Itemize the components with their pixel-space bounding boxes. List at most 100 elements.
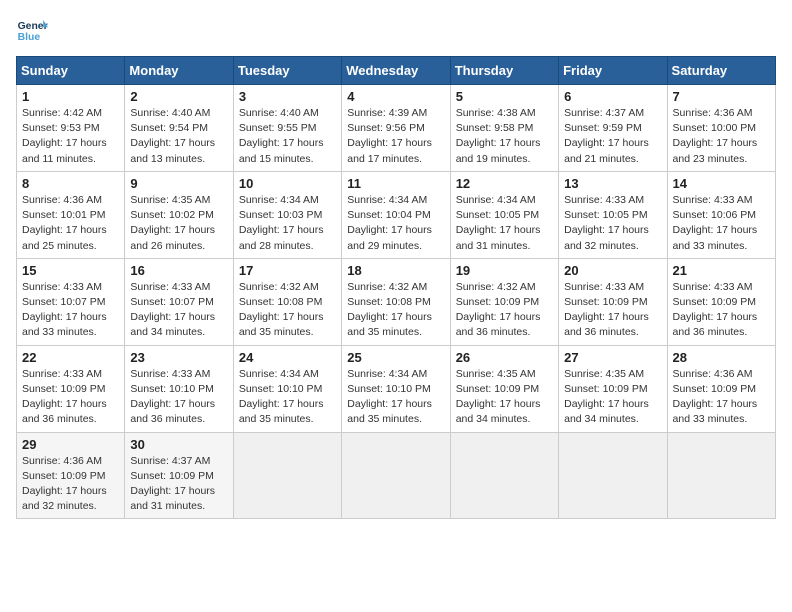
day-detail: Sunrise: 4:33 AMSunset: 10:07 PMDaylight… [22, 281, 107, 339]
day-detail: Sunrise: 4:40 AMSunset: 9:54 PMDaylight:… [130, 107, 215, 165]
calendar-day-6: 6 Sunrise: 4:37 AMSunset: 9:59 PMDayligh… [559, 85, 667, 172]
day-number: 14 [673, 176, 770, 191]
day-number: 12 [456, 176, 553, 191]
day-number: 11 [347, 176, 444, 191]
calendar-table: SundayMondayTuesdayWednesdayThursdayFrid… [16, 56, 776, 519]
svg-text:Blue: Blue [18, 32, 41, 43]
day-number: 8 [22, 176, 119, 191]
weekday-header-saturday: Saturday [667, 57, 775, 85]
calendar-day-29: 29 Sunrise: 4:36 AMSunset: 10:09 PMDayli… [17, 432, 125, 519]
calendar-day-26: 26 Sunrise: 4:35 AMSunset: 10:09 PMDayli… [450, 345, 558, 432]
weekday-header-tuesday: Tuesday [233, 57, 341, 85]
calendar-day-27: 27 Sunrise: 4:35 AMSunset: 10:09 PMDayli… [559, 345, 667, 432]
day-number: 2 [130, 89, 227, 104]
day-detail: Sunrise: 4:35 AMSunset: 10:02 PMDaylight… [130, 194, 215, 252]
empty-cell [559, 432, 667, 519]
day-detail: Sunrise: 4:36 AMSunset: 10:09 PMDaylight… [673, 368, 758, 426]
day-detail: Sunrise: 4:40 AMSunset: 9:55 PMDaylight:… [239, 107, 324, 165]
calendar-day-25: 25 Sunrise: 4:34 AMSunset: 10:10 PMDayli… [342, 345, 450, 432]
calendar-day-19: 19 Sunrise: 4:32 AMSunset: 10:09 PMDayli… [450, 258, 558, 345]
day-detail: Sunrise: 4:36 AMSunset: 10:09 PMDaylight… [22, 455, 107, 513]
day-detail: Sunrise: 4:32 AMSunset: 10:09 PMDaylight… [456, 281, 541, 339]
day-number: 17 [239, 263, 336, 278]
calendar-day-7: 7 Sunrise: 4:36 AMSunset: 10:00 PMDaylig… [667, 85, 775, 172]
day-number: 7 [673, 89, 770, 104]
calendar-day-22: 22 Sunrise: 4:33 AMSunset: 10:09 PMDayli… [17, 345, 125, 432]
day-detail: Sunrise: 4:38 AMSunset: 9:58 PMDaylight:… [456, 107, 541, 165]
calendar-day-4: 4 Sunrise: 4:39 AMSunset: 9:56 PMDayligh… [342, 85, 450, 172]
calendar-day-30: 30 Sunrise: 4:37 AMSunset: 10:09 PMDayli… [125, 432, 233, 519]
empty-cell [342, 432, 450, 519]
day-number: 28 [673, 350, 770, 365]
day-number: 13 [564, 176, 661, 191]
day-detail: Sunrise: 4:35 AMSunset: 10:09 PMDaylight… [456, 368, 541, 426]
day-detail: Sunrise: 4:34 AMSunset: 10:04 PMDaylight… [347, 194, 432, 252]
calendar-day-1: 1 Sunrise: 4:42 AMSunset: 9:53 PMDayligh… [17, 85, 125, 172]
calendar-day-17: 17 Sunrise: 4:32 AMSunset: 10:08 PMDayli… [233, 258, 341, 345]
day-number: 20 [564, 263, 661, 278]
day-number: 24 [239, 350, 336, 365]
day-detail: Sunrise: 4:33 AMSunset: 10:10 PMDaylight… [130, 368, 215, 426]
calendar-day-20: 20 Sunrise: 4:33 AMSunset: 10:09 PMDayli… [559, 258, 667, 345]
calendar-day-14: 14 Sunrise: 4:33 AMSunset: 10:06 PMDayli… [667, 171, 775, 258]
day-number: 30 [130, 437, 227, 452]
calendar-day-10: 10 Sunrise: 4:34 AMSunset: 10:03 PMDayli… [233, 171, 341, 258]
empty-cell [233, 432, 341, 519]
calendar-day-21: 21 Sunrise: 4:33 AMSunset: 10:09 PMDayli… [667, 258, 775, 345]
calendar-week-4: 22 Sunrise: 4:33 AMSunset: 10:09 PMDayli… [17, 345, 776, 432]
day-detail: Sunrise: 4:33 AMSunset: 10:09 PMDaylight… [673, 281, 758, 339]
weekday-header-sunday: Sunday [17, 57, 125, 85]
day-number: 6 [564, 89, 661, 104]
day-number: 9 [130, 176, 227, 191]
day-number: 3 [239, 89, 336, 104]
day-detail: Sunrise: 4:33 AMSunset: 10:05 PMDaylight… [564, 194, 649, 252]
day-number: 16 [130, 263, 227, 278]
calendar-day-23: 23 Sunrise: 4:33 AMSunset: 10:10 PMDayli… [125, 345, 233, 432]
day-number: 21 [673, 263, 770, 278]
day-number: 22 [22, 350, 119, 365]
calendar-day-15: 15 Sunrise: 4:33 AMSunset: 10:07 PMDayli… [17, 258, 125, 345]
day-number: 18 [347, 263, 444, 278]
weekday-header-wednesday: Wednesday [342, 57, 450, 85]
day-detail: Sunrise: 4:32 AMSunset: 10:08 PMDaylight… [239, 281, 324, 339]
day-detail: Sunrise: 4:37 AMSunset: 9:59 PMDaylight:… [564, 107, 649, 165]
day-detail: Sunrise: 4:37 AMSunset: 10:09 PMDaylight… [130, 455, 215, 513]
day-detail: Sunrise: 4:33 AMSunset: 10:09 PMDaylight… [564, 281, 649, 339]
weekday-header-monday: Monday [125, 57, 233, 85]
calendar-day-16: 16 Sunrise: 4:33 AMSunset: 10:07 PMDayli… [125, 258, 233, 345]
calendar-day-13: 13 Sunrise: 4:33 AMSunset: 10:05 PMDayli… [559, 171, 667, 258]
calendar-day-5: 5 Sunrise: 4:38 AMSunset: 9:58 PMDayligh… [450, 85, 558, 172]
day-number: 15 [22, 263, 119, 278]
calendar-day-24: 24 Sunrise: 4:34 AMSunset: 10:10 PMDayli… [233, 345, 341, 432]
day-detail: Sunrise: 4:32 AMSunset: 10:08 PMDaylight… [347, 281, 432, 339]
day-number: 19 [456, 263, 553, 278]
day-detail: Sunrise: 4:33 AMSunset: 10:09 PMDaylight… [22, 368, 107, 426]
calendar-day-11: 11 Sunrise: 4:34 AMSunset: 10:04 PMDayli… [342, 171, 450, 258]
calendar-day-18: 18 Sunrise: 4:32 AMSunset: 10:08 PMDayli… [342, 258, 450, 345]
day-detail: Sunrise: 4:33 AMSunset: 10:07 PMDaylight… [130, 281, 215, 339]
calendar-day-2: 2 Sunrise: 4:40 AMSunset: 9:54 PMDayligh… [125, 85, 233, 172]
day-detail: Sunrise: 4:34 AMSunset: 10:05 PMDaylight… [456, 194, 541, 252]
weekday-header-thursday: Thursday [450, 57, 558, 85]
day-detail: Sunrise: 4:35 AMSunset: 10:09 PMDaylight… [564, 368, 649, 426]
day-number: 23 [130, 350, 227, 365]
weekday-header-friday: Friday [559, 57, 667, 85]
day-number: 1 [22, 89, 119, 104]
calendar-day-8: 8 Sunrise: 4:36 AMSunset: 10:01 PMDaylig… [17, 171, 125, 258]
calendar-day-3: 3 Sunrise: 4:40 AMSunset: 9:55 PMDayligh… [233, 85, 341, 172]
day-detail: Sunrise: 4:34 AMSunset: 10:10 PMDaylight… [239, 368, 324, 426]
page-header: General Blue [16, 16, 776, 44]
empty-cell [667, 432, 775, 519]
calendar-week-5: 29 Sunrise: 4:36 AMSunset: 10:09 PMDayli… [17, 432, 776, 519]
day-detail: Sunrise: 4:39 AMSunset: 9:56 PMDaylight:… [347, 107, 432, 165]
logo: General Blue [16, 16, 48, 44]
calendar-day-28: 28 Sunrise: 4:36 AMSunset: 10:09 PMDayli… [667, 345, 775, 432]
calendar-week-1: 1 Sunrise: 4:42 AMSunset: 9:53 PMDayligh… [17, 85, 776, 172]
day-number: 4 [347, 89, 444, 104]
calendar-day-12: 12 Sunrise: 4:34 AMSunset: 10:05 PMDayli… [450, 171, 558, 258]
day-detail: Sunrise: 4:34 AMSunset: 10:10 PMDaylight… [347, 368, 432, 426]
day-number: 26 [456, 350, 553, 365]
day-detail: Sunrise: 4:42 AMSunset: 9:53 PMDaylight:… [22, 107, 107, 165]
calendar-week-2: 8 Sunrise: 4:36 AMSunset: 10:01 PMDaylig… [17, 171, 776, 258]
day-detail: Sunrise: 4:34 AMSunset: 10:03 PMDaylight… [239, 194, 324, 252]
